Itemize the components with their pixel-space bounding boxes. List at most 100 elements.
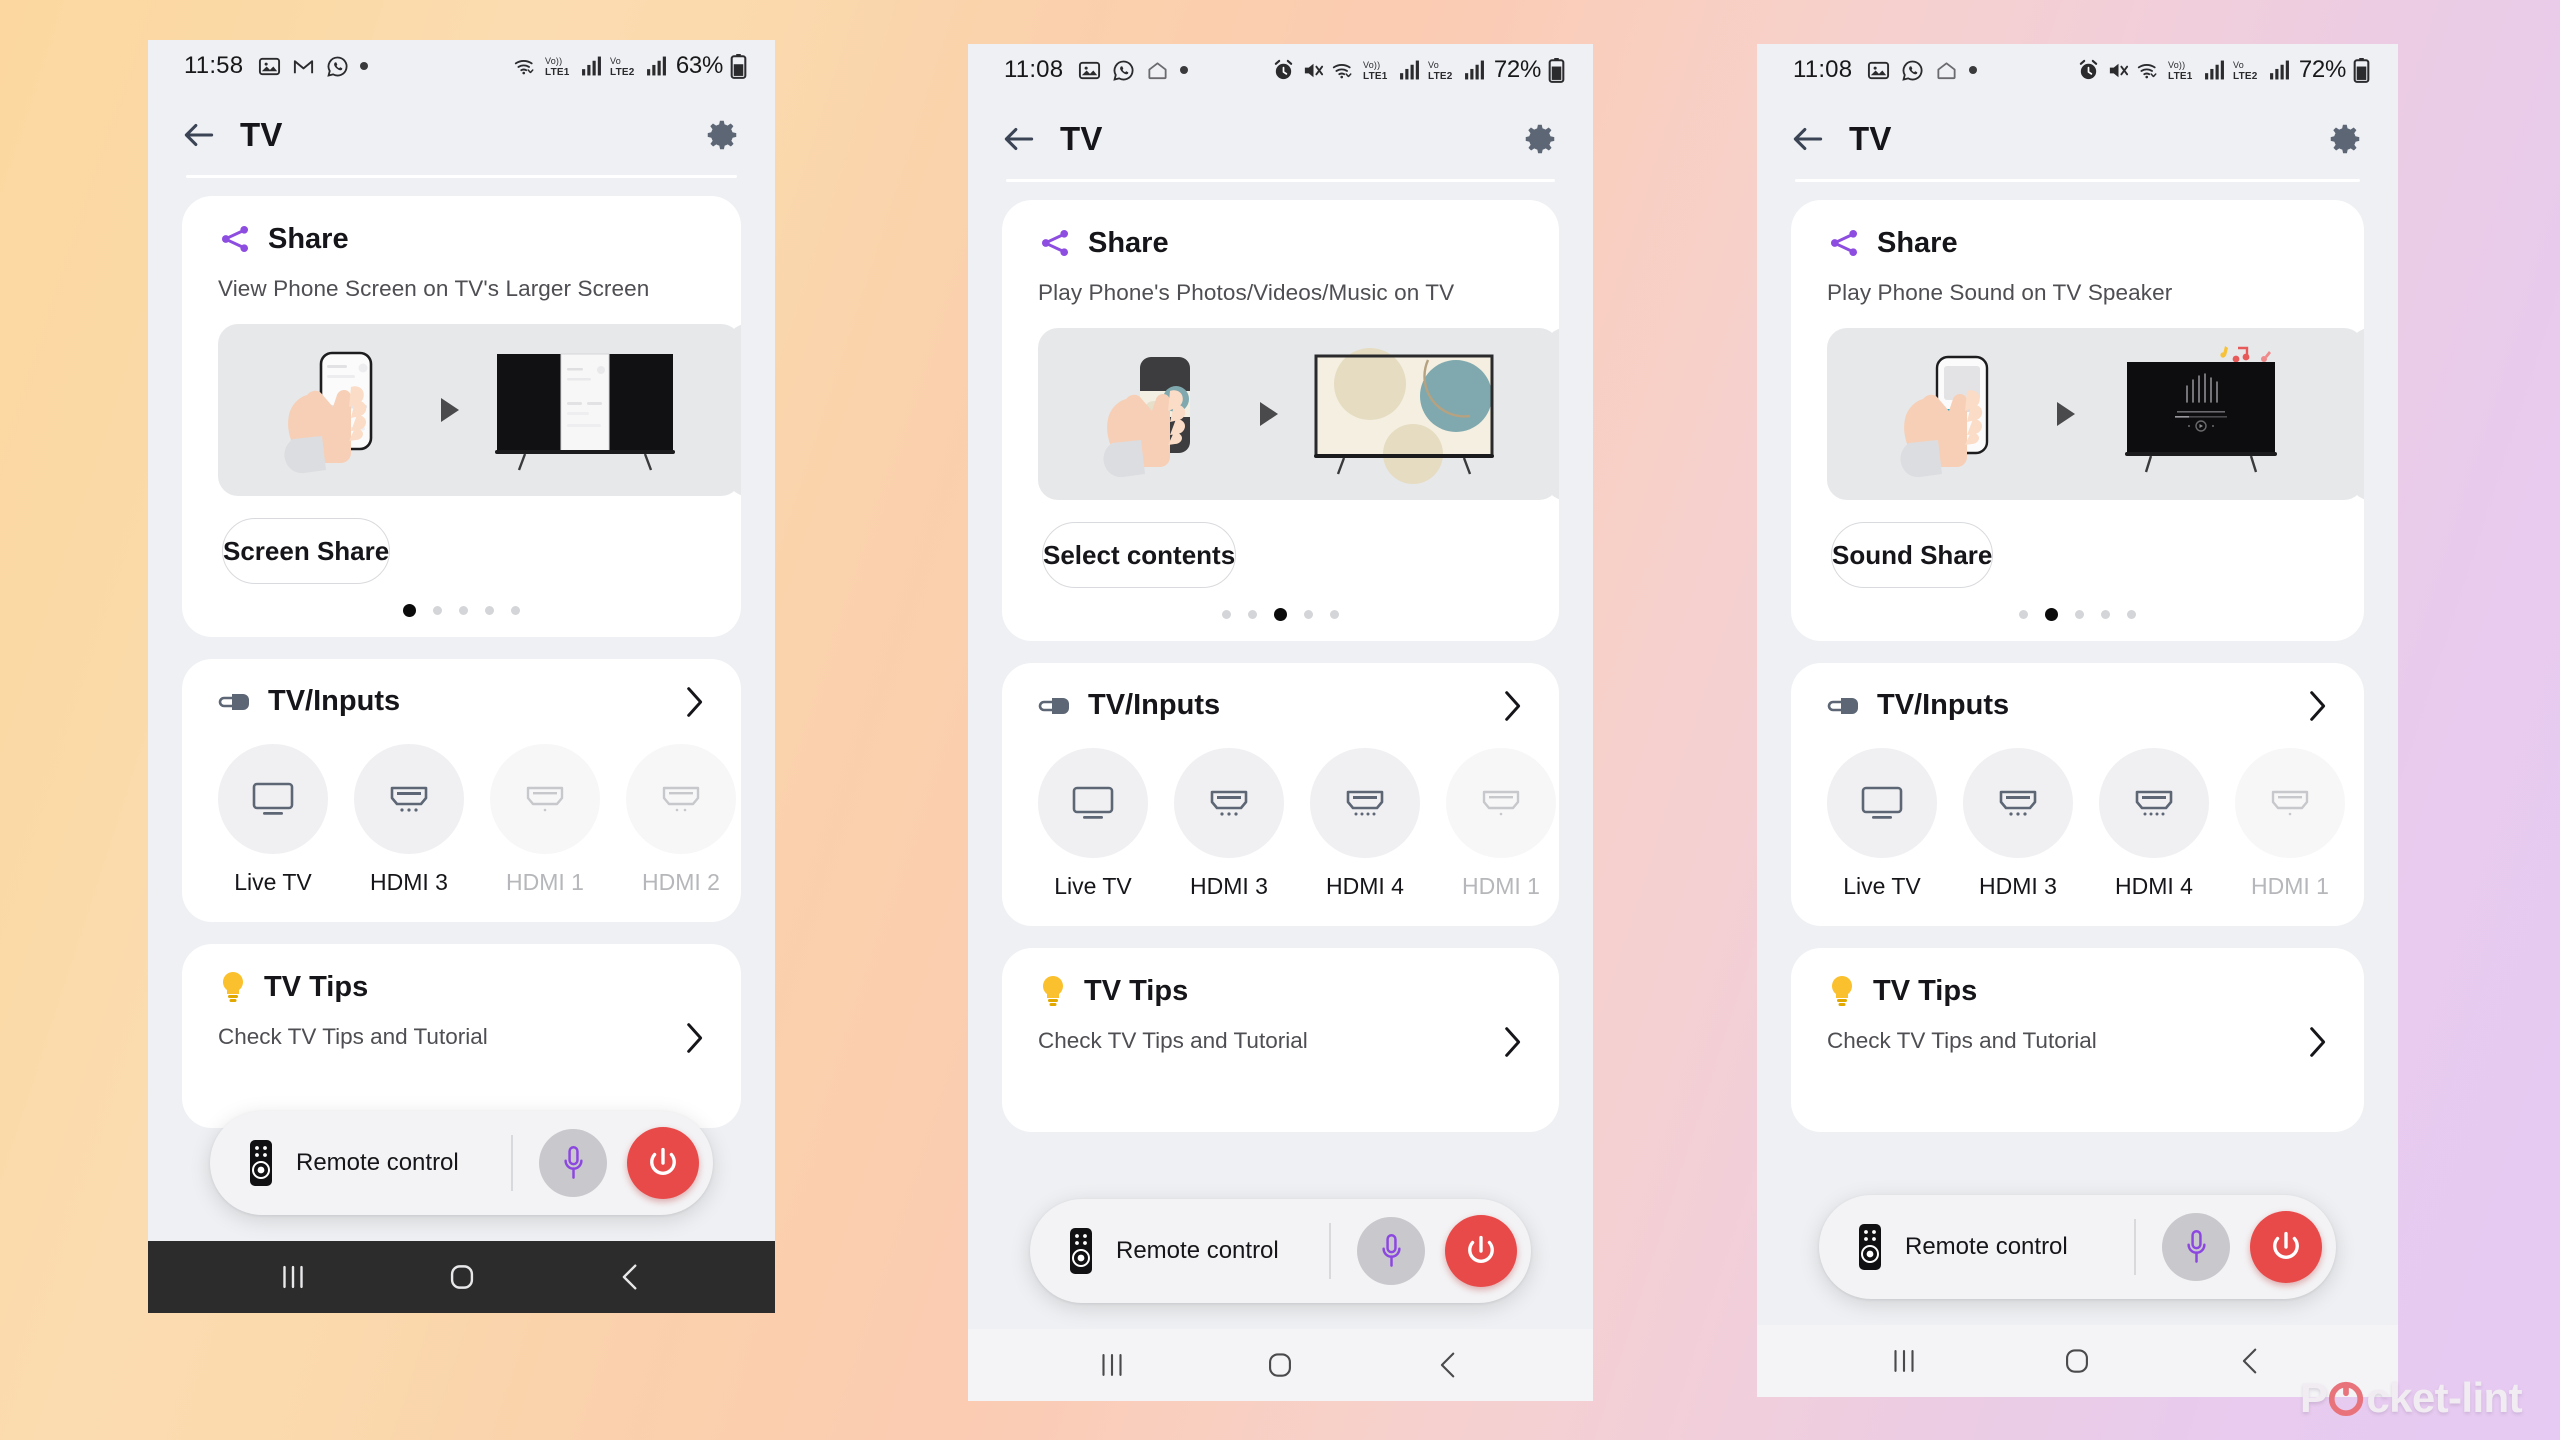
remote-icon: [1070, 1228, 1092, 1274]
tv-inputs-header[interactable]: TV/Inputs: [1002, 689, 1559, 722]
input-item-hdmi-4[interactable]: HDMI 4: [2099, 748, 2209, 900]
microphone-button[interactable]: [539, 1129, 607, 1197]
carousel-dots[interactable]: [1002, 608, 1559, 621]
share-illustration-carousel[interactable]: [182, 324, 741, 496]
home-icon[interactable]: [2060, 1344, 2094, 1378]
input-item-live-tv[interactable]: Live TV: [1038, 748, 1148, 900]
input-item-hdmi-3[interactable]: HDMI 3: [1174, 748, 1284, 900]
app-scroll-body[interactable]: Share Play Phone's Photos/Videos/Music o…: [968, 182, 1593, 1329]
input-item-hdmi-2[interactable]: HDMI 2: [626, 744, 736, 896]
carousel-dot[interactable]: [459, 606, 468, 615]
alarm-icon: [2079, 59, 2098, 79]
wifi-icon: [2137, 63, 2157, 78]
system-nav-bar: [968, 1329, 1593, 1401]
back-arrow-icon[interactable]: [1789, 120, 1827, 158]
carousel-dot[interactable]: [1222, 610, 1231, 619]
share-icon: [1041, 229, 1069, 257]
input-item-hdmi-3[interactable]: HDMI 3: [354, 744, 464, 896]
tv-icon: [252, 782, 294, 815]
volte1-icon: Vo))LTE1: [2168, 60, 2193, 82]
carousel-dot[interactable]: [2127, 610, 2136, 619]
input-item-live-tv[interactable]: Live TV: [1827, 748, 1937, 900]
carousel-dots[interactable]: [182, 604, 741, 617]
carousel-dots[interactable]: [1791, 608, 2364, 621]
notification-dot-icon: [1180, 66, 1189, 74]
power-button[interactable]: [627, 1127, 699, 1199]
carousel-dot[interactable]: [1330, 610, 1339, 619]
chevron-right-icon[interactable]: [1501, 1026, 1523, 1058]
tv-tips-card[interactable]: TV Tips Check TV Tips and Tutorial: [182, 944, 741, 1128]
carousel-dot[interactable]: [433, 606, 442, 615]
tv-icon: [1861, 786, 1903, 819]
tv-inputs-header[interactable]: TV/Inputs: [182, 685, 741, 718]
back-arrow-icon[interactable]: [180, 116, 218, 154]
chevron-right-icon[interactable]: [683, 1022, 705, 1054]
tv-icon: [1072, 786, 1114, 819]
tv-inputs-header[interactable]: TV/Inputs: [1791, 689, 2364, 722]
carousel-dot[interactable]: [1304, 610, 1313, 619]
recents-icon[interactable]: [276, 1260, 310, 1294]
nav-back-icon[interactable]: [1432, 1348, 1466, 1382]
microphone-button[interactable]: [2162, 1213, 2230, 1281]
nav-back-icon[interactable]: [614, 1260, 648, 1294]
tv-inputs-list[interactable]: Live TV HDMI 3 HDMI 4 HDMI 1: [1002, 722, 1559, 900]
carousel-dot[interactable]: [2045, 608, 2058, 621]
remote-control-button[interactable]: Remote control: [1855, 1223, 2068, 1271]
input-item-hdmi-1[interactable]: HDMI 1: [1446, 748, 1556, 900]
carousel-dot[interactable]: [2019, 610, 2028, 619]
carousel-dot[interactable]: [2101, 610, 2110, 619]
recents-icon[interactable]: [1095, 1348, 1129, 1382]
tv-tips-card[interactable]: TV Tips Check TV Tips and Tutorial: [1002, 948, 1559, 1132]
chevron-right-icon[interactable]: [2306, 690, 2328, 722]
tv-tips-card[interactable]: TV Tips Check TV Tips and Tutorial: [1791, 948, 2364, 1132]
input-item-hdmi-1[interactable]: HDMI 1: [490, 744, 600, 896]
input-item-hdmi-3[interactable]: HDMI 3: [1963, 748, 2073, 900]
tv-inputs-list[interactable]: Live TV HDMI 3 HDMI 4 HDMI 1: [1791, 722, 2364, 900]
home-icon[interactable]: [445, 1260, 479, 1294]
arrow-right-icon: [440, 398, 459, 422]
share-illustration-carousel[interactable]: [1002, 328, 1559, 500]
input-item-hdmi-1[interactable]: HDMI 1: [2235, 748, 2345, 900]
power-button[interactable]: [1445, 1215, 1517, 1287]
carousel-dot[interactable]: [1274, 608, 1287, 621]
input-item-hdmi-4[interactable]: HDMI 4: [1310, 748, 1420, 900]
remote-icon: [1859, 1224, 1881, 1270]
status-time: 11:58: [184, 52, 244, 79]
home-icon[interactable]: [1263, 1348, 1297, 1382]
power-button[interactable]: [2250, 1211, 2322, 1283]
share-cta-button[interactable]: Screen Share: [222, 518, 391, 584]
chevron-right-icon[interactable]: [1501, 690, 1523, 722]
share-illustration-carousel[interactable]: [1791, 328, 2364, 500]
svg-text:LTE2: LTE2: [1428, 71, 1453, 82]
gear-icon[interactable]: [2326, 120, 2364, 158]
status-bar: 11:08 Vo)) LTE1 Vo LTE2 72%: [1757, 44, 2398, 96]
app-scroll-body[interactable]: Share Play Phone Sound on TV Speaker Sou…: [1757, 182, 2398, 1325]
share-cta-button[interactable]: Select contents: [1042, 522, 1237, 588]
chevron-right-icon[interactable]: [683, 686, 705, 718]
back-arrow-icon[interactable]: [1000, 120, 1038, 158]
tv-tips-subtitle: Check TV Tips and Tutorial: [1038, 1028, 1308, 1053]
nav-back-icon[interactable]: [2234, 1344, 2268, 1378]
input-item-live-tv[interactable]: Live TV: [218, 744, 328, 896]
app-scroll-body[interactable]: Share View Phone Screen on TV's Larger S…: [148, 178, 775, 1241]
signal2-icon: [2269, 60, 2289, 80]
remote-control-button[interactable]: Remote control: [1066, 1227, 1279, 1275]
carousel-dot[interactable]: [2075, 610, 2084, 619]
pill-divider: [511, 1135, 513, 1191]
carousel-dot[interactable]: [1248, 610, 1257, 619]
carousel-dot[interactable]: [511, 606, 520, 615]
chevron-right-icon[interactable]: [2306, 1026, 2328, 1058]
share-cta-button[interactable]: Sound Share: [1831, 522, 1994, 588]
carousel-dot[interactable]: [403, 604, 416, 617]
recents-icon[interactable]: [1887, 1344, 1921, 1378]
remote-control-button[interactable]: Remote control: [246, 1139, 459, 1187]
gear-icon[interactable]: [703, 116, 741, 154]
carousel-dot[interactable]: [485, 606, 494, 615]
gear-icon[interactable]: [1521, 120, 1559, 158]
status-time: 11:08: [1793, 56, 1853, 83]
tv-inputs-list[interactable]: Live TV HDMI 3 HDMI 1 HDMI 2: [182, 718, 741, 896]
input-label: Live TV: [234, 869, 312, 895]
tv-media-illustration: [1313, 348, 1494, 484]
microphone-button[interactable]: [1357, 1217, 1425, 1285]
share-subtitle: Play Phone Sound on TV Speaker: [1827, 280, 2173, 305]
